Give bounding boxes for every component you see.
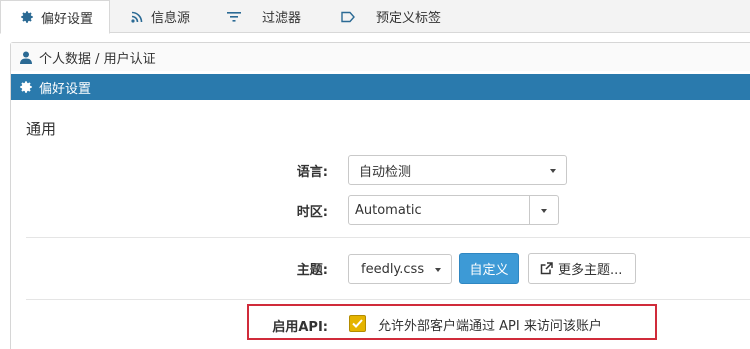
divider (26, 237, 750, 238)
theme-label: 主题: (296, 263, 328, 278)
tab-feeds-label: 信息源 (151, 11, 191, 26)
api-checkbox-label[interactable]: 允许外部客户端通过 API 来访问该账户 (378, 315, 602, 334)
tab-bar: 偏好设置 信息源 过滤器 预定义标签 (0, 0, 750, 34)
more-themes-button[interactable]: 更多主题... (528, 253, 636, 284)
language-label: 语言: (296, 165, 328, 180)
gear-icon (19, 80, 33, 94)
section-title: 通用 (26, 120, 57, 138)
caret-down-icon (550, 169, 556, 173)
tab-preferences-label: 偏好设置 (41, 11, 94, 27)
divider (26, 299, 750, 300)
rss-icon (129, 9, 145, 25)
panel-title: 偏好设置 (39, 81, 92, 97)
language-select[interactable]: 自动检测 (348, 155, 567, 185)
panel-header[interactable]: 偏好设置 (11, 74, 750, 100)
tab-labels-label: 预定义标签 (376, 11, 442, 26)
tab-feeds[interactable]: 信息源 (129, 0, 190, 33)
breadcrumb-label: 个人数据 / 用户认证 (39, 51, 156, 67)
tab-filters[interactable]: 过滤器 (226, 0, 301, 33)
theme-value: feedly.css (361, 261, 425, 277)
customize-theme-button[interactable]: 自定义 (459, 253, 519, 284)
filter-icon (226, 9, 242, 25)
user-icon (19, 50, 33, 64)
tab-preferences[interactable]: 偏好设置 (0, 0, 110, 34)
timezone-input[interactable]: Automatic (349, 196, 529, 224)
more-themes-label: 更多主题... (558, 263, 623, 278)
tab-filters-label: 过滤器 (262, 11, 302, 26)
caret-down-icon (435, 268, 441, 272)
breadcrumb[interactable]: 个人数据 / 用户认证 (11, 43, 750, 71)
timezone-label: 时区: (296, 205, 328, 220)
language-value: 自动检测 (359, 164, 412, 180)
tag-icon (340, 9, 356, 25)
theme-select[interactable]: feedly.css (348, 254, 452, 284)
external-link-icon (539, 262, 553, 276)
checkmark-icon (352, 319, 363, 328)
caret-down-icon (541, 209, 547, 213)
timezone-combo[interactable]: Automatic (348, 195, 559, 225)
timezone-dropdown-button[interactable] (529, 196, 558, 224)
tab-labels[interactable]: 预定义标签 (340, 0, 441, 33)
api-label: 启用API: (272, 320, 328, 335)
gear-icon (19, 9, 35, 25)
api-checkbox[interactable] (349, 315, 366, 332)
